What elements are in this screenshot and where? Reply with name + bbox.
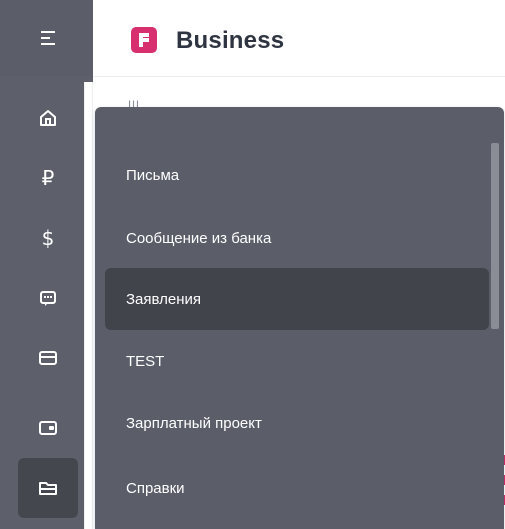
documents-dropdown-menu: Письма Сообщение из банка Заявления TEST… [95,107,504,529]
sidebar-item-usd[interactable]: $ [18,208,78,268]
menu-item-certificates[interactable]: Справки [105,457,489,519]
menu-item-test[interactable]: TEST [105,330,489,392]
menu-item-applications[interactable]: Заявления [105,268,489,330]
wallet-icon [38,418,58,438]
menu-item-letters[interactable]: Письма [105,144,489,206]
sidebar-item-chat[interactable] [18,268,78,328]
ruble-icon: ₽ [41,166,55,190]
menu-item-salary-project[interactable]: Зарплатный проект [105,392,489,454]
brand-name[interactable]: Business [176,27,284,55]
hamburger-icon [38,29,58,47]
home-icon [38,108,58,128]
menu-item-label: Сообщение из банка [126,229,272,247]
menu-item-label: Письма [126,166,180,184]
menu-item-label: Зарплатный проект [126,414,262,432]
chat-icon [38,288,58,308]
menu-item-label: Заявления [126,290,202,308]
folder-icon [38,478,58,498]
top-header: Business [93,0,505,77]
menu-item-label: Справки [126,479,185,497]
dollar-icon: $ [41,226,55,250]
brand-logo-icon[interactable] [131,27,157,53]
sidebar-scrollbar-thumb[interactable] [85,82,92,529]
menu-item-label: TEST [126,352,165,370]
menu-item-bank-messages[interactable]: Сообщение из банка [105,207,489,269]
sidebar-item-home[interactable] [18,88,78,148]
menu-toggle-button[interactable] [18,8,78,68]
menu-scrollbar-thumb[interactable] [491,143,499,329]
sidebar-item-cards[interactable] [18,328,78,388]
card-icon [38,348,58,368]
app-window: ₽ $ Business Ш... Письма Сообщение из ба… [0,0,505,529]
sidebar-item-wallet[interactable] [18,398,78,458]
sidebar-item-rub[interactable]: ₽ [18,148,78,208]
sidebar-item-documents[interactable] [18,458,78,518]
